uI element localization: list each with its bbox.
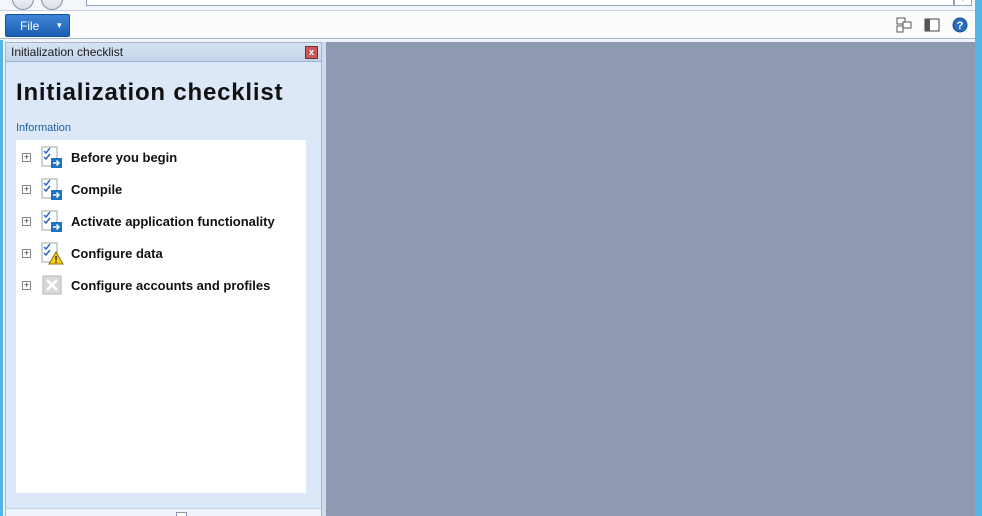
workspace-area (326, 42, 975, 516)
checklist-item-label: Configure data (71, 245, 163, 261)
checklist-arrow-icon (41, 210, 62, 232)
svg-text:?: ? (957, 20, 964, 32)
page-title: Initialization checklist (16, 79, 284, 106)
ribbon-bar: File ▼ ? (0, 11, 982, 39)
file-menu-button[interactable]: File ▼ (5, 14, 70, 37)
checklist-item-configure-data[interactable]: + Configure data (16, 238, 306, 268)
checklist-item-label: Compile (71, 181, 123, 197)
expand-icon[interactable]: + (22, 216, 31, 226)
address-bar-strip: ▾ (0, 0, 982, 11)
disabled-x-icon (42, 275, 62, 295)
close-pane-button[interactable]: x (305, 46, 318, 59)
information-label: Information (16, 122, 72, 134)
window-border-left (0, 40, 3, 516)
footer-checkbox[interactable] (176, 512, 187, 516)
pane-header-title: Initialization checklist (11, 45, 124, 59)
checklist-item-compile[interactable]: + Compile (16, 174, 306, 204)
checklist-item-label: Before you begin (71, 149, 178, 165)
checklist-warning-icon (41, 242, 64, 265)
help-icon[interactable]: ? (952, 17, 968, 33)
checklist-arrow-icon (41, 146, 62, 168)
checklist-item-label: Configure accounts and profiles (71, 277, 271, 293)
file-menu-label: File (20, 18, 40, 33)
chevron-down-icon: ▼ (55, 21, 64, 30)
checklist-item-label: Activate application functionality (71, 213, 275, 229)
checklist-arrow-icon (41, 178, 62, 200)
expand-icon[interactable]: + (22, 152, 31, 162)
address-dropdown-button[interactable]: ▾ (954, 0, 972, 6)
pane-layout-icon[interactable] (924, 17, 940, 33)
window-border-right (975, 0, 982, 516)
forward-button[interactable] (41, 0, 63, 10)
windows-icon[interactable] (896, 17, 912, 33)
pane-footer (6, 508, 321, 516)
pane-header: Initialization checklist x (6, 43, 321, 62)
checklist-item-configure-accounts-and-profiles[interactable]: + Configure accounts and profiles (16, 270, 306, 300)
expand-icon[interactable]: + (22, 184, 31, 194)
address-input[interactable] (86, 0, 954, 6)
checklist-item-before-you-begin[interactable]: + Before you begin (16, 142, 306, 172)
expand-icon[interactable]: + (22, 280, 31, 290)
checklist-tree: + Before you begin + Compile + Activate … (16, 140, 306, 493)
checklist-item-activate-application-functionality[interactable]: + Activate application functionality (16, 206, 306, 236)
expand-icon[interactable]: + (22, 248, 31, 258)
initialization-checklist-pane: Initialization checklist x Initializatio… (5, 42, 322, 516)
back-button[interactable] (12, 0, 34, 10)
